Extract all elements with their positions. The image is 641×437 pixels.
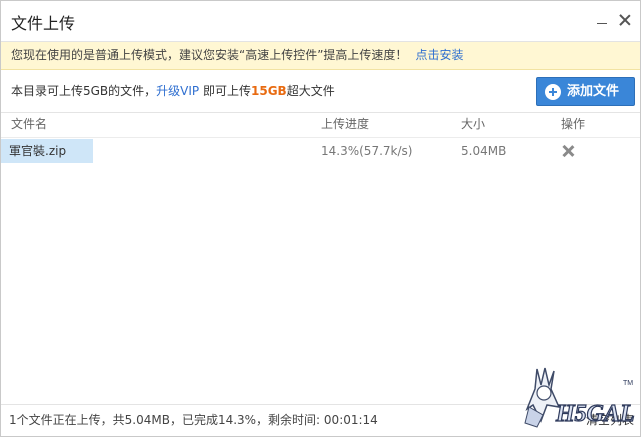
header-progress: 上传进度 — [321, 117, 370, 131]
upload-dialog: 文件上传 您现在使用的是普通上传模式，建议您安装“高速上传控件”提高上传速度！ 点… — [0, 0, 641, 437]
upload-mode-notice: 您现在使用的是普通上传模式，建议您安装“高速上传控件”提高上传速度！ 点击安装 — [1, 42, 640, 70]
table-row[interactable]: 軍官裝.zip 14.3%(57.7k/s) 5.04MB — [1, 139, 640, 163]
delete-icon[interactable] — [562, 145, 574, 157]
upgrade-vip-link[interactable]: 升级VIP — [156, 84, 199, 98]
minimize-icon[interactable] — [595, 13, 609, 27]
watermark-tm: TM — [623, 380, 633, 387]
notice-text-wrap: 您现在使用的是普通上传模式，建议您安装“高速上传控件”提高上传速度！ 点击安装 — [11, 42, 463, 69]
clear-list-link[interactable]: 清空列表 — [586, 405, 634, 435]
quota-prefix: 本目录可上传5GB的文件， — [11, 84, 157, 98]
dialog-title: 文件上传 — [11, 14, 76, 33]
file-name-cell[interactable]: 軍官裝.zip — [1, 139, 93, 163]
file-table-header: 文件名 上传进度 大小 操作 — [1, 113, 640, 138]
plus-circle-icon — [545, 84, 561, 100]
install-link[interactable]: 点击安装 — [415, 48, 463, 62]
header-size: 大小 — [461, 117, 486, 131]
upload-status: 1个文件正在上传，共5.04MB，已完成14.3%，剩余时间: 00:01:14 — [9, 413, 378, 427]
header-file-name: 文件名 — [11, 117, 48, 131]
file-progress: 14.3%(57.7k/s) — [321, 144, 413, 158]
notice-text: 您现在使用的是普通上传模式，建议您安装“高速上传控件”提高上传速度！ — [11, 48, 408, 62]
vip-size: 15GB — [251, 84, 287, 98]
close-icon[interactable] — [618, 13, 632, 27]
title-bar: 文件上传 — [1, 1, 640, 42]
add-file-label: 添加文件 — [567, 84, 620, 99]
quota-suffix: 超大文件 — [286, 84, 335, 98]
file-name: 軍官裝.zip — [9, 144, 67, 158]
status-bar: 1个文件正在上传，共5.04MB，已完成14.3%，剩余时间: 00:01:14… — [1, 404, 640, 436]
file-size: 5.04MB — [461, 144, 507, 158]
quota-info: 本目录可上传5GB的文件，升级VIP 即可上传15GB超大文件 — [11, 70, 335, 112]
header-action: 操作 — [561, 117, 586, 131]
quota-middle: 即可上传 — [199, 84, 251, 98]
add-file-button[interactable]: 添加文件 — [536, 77, 635, 106]
